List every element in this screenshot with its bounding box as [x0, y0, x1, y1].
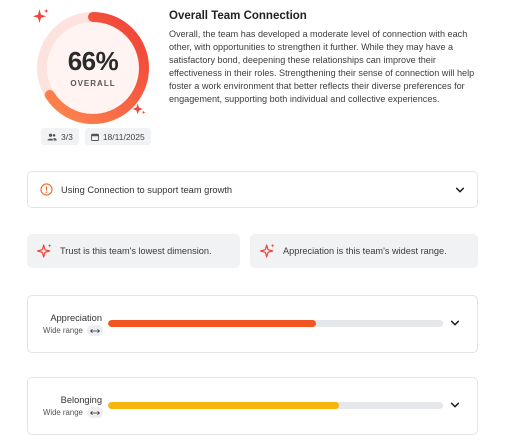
insight-text: Trust is this team's lowest dimension.: [60, 246, 212, 256]
summary-description: Overall, the team has developed a modera…: [169, 29, 475, 104]
gauge-percent: 66%: [67, 46, 119, 76]
dimension-card-belonging[interactable]: Belonging Wide range: [27, 377, 478, 435]
dimension-name: Belonging: [60, 395, 102, 405]
score-bar-track: [108, 320, 443, 327]
insight-card-widest-range: Appreciation is this team's widest range…: [250, 234, 478, 268]
score-bar-fill: [108, 320, 316, 327]
sparkle-icon: [131, 101, 147, 117]
meta-row: 3/3 18/11/2025: [41, 128, 151, 145]
range-arrows-icon: [86, 325, 103, 336]
chevron-down-icon[interactable]: [450, 318, 460, 328]
sparkle-icon: [37, 243, 52, 258]
sparkle-icon: [32, 8, 50, 26]
dimension-name: Appreciation: [50, 313, 102, 323]
connection-growth-accordion[interactable]: Using Connection to support team growth: [27, 171, 478, 208]
range-indicator: Wide range: [43, 407, 103, 418]
accordion-label: Using Connection to support team growth: [61, 184, 233, 195]
members-count: 3/3: [61, 131, 73, 142]
date-label: 18/11/2025: [102, 131, 145, 142]
range-indicator: Wide range: [43, 325, 103, 336]
chevron-down-icon[interactable]: [450, 400, 460, 410]
range-label: Wide range: [43, 408, 83, 417]
range-arrows-icon: [86, 407, 103, 418]
dimension-card-appreciation[interactable]: Appreciation Wide range: [27, 295, 478, 353]
members-chip: 3/3: [41, 128, 79, 145]
team-connection-page: 66% OVERALL 3/3 18/11/2025 Overall Team …: [0, 0, 511, 445]
chevron-down-icon[interactable]: [455, 185, 465, 195]
calendar-icon: [90, 133, 99, 141]
info-icon: [40, 183, 53, 196]
sparkle-icon: [260, 243, 275, 258]
insight-card-lowest-dimension: Trust is this team's lowest dimension.: [27, 234, 240, 268]
gauge-caption: OVERALL: [70, 79, 116, 88]
date-chip: 18/11/2025: [84, 128, 151, 145]
score-bar-track: [108, 402, 443, 409]
insight-text: Appreciation is this team's widest range…: [283, 246, 447, 256]
summary-section: Overall Team Connection Overall, the tea…: [169, 10, 479, 105]
score-bar-fill: [108, 402, 340, 409]
people-icon: [47, 133, 57, 140]
range-label: Wide range: [43, 326, 83, 335]
summary-title: Overall Team Connection: [169, 10, 307, 22]
